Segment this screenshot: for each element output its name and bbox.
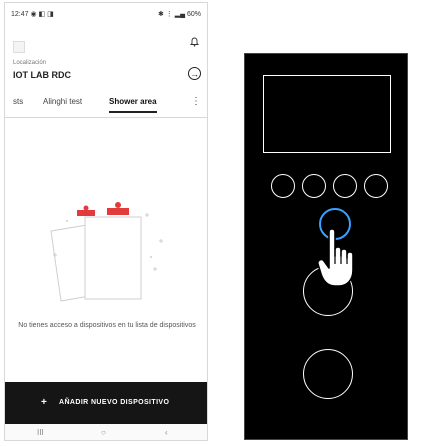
tab-alinghi-test[interactable]: Alinghi test — [43, 97, 82, 106]
clipboard-illustration — [50, 202, 163, 302]
back-button[interactable]: ‹ — [165, 428, 168, 437]
status-indicators: ✱ ⋮ ▂▄ 60% — [157, 11, 201, 18]
app-header: Localización IOT LAB RDC → — [5, 27, 207, 85]
tab-shower-area[interactable]: Shower area — [109, 97, 157, 113]
panel-dial-bottom[interactable] — [303, 349, 353, 399]
panel-button-4[interactable] — [364, 174, 388, 198]
tabs-more-icon[interactable]: ⋮ — [191, 96, 201, 107]
bell-icon[interactable] — [189, 37, 200, 50]
tab-sts[interactable]: sts — [13, 97, 23, 106]
add-device-button[interactable]: + AÑADIR NUEVO DISPOSITIVO — [5, 382, 207, 424]
android-nav-bar: III ○ ‹ — [5, 424, 207, 440]
location-name[interactable]: IOT LAB RDC — [13, 70, 71, 80]
plus-icon: + — [41, 397, 48, 408]
panel-display — [263, 75, 391, 153]
panel-button-1[interactable] — [271, 174, 295, 198]
status-bar: 12:47 ◉ ◧ ◨ ✱ ⋮ ▂▄ 60% — [5, 3, 207, 25]
empty-state-message: No tienes acceso a dispositivos en tu li… — [18, 322, 196, 329]
menu-icon[interactable] — [13, 41, 25, 53]
hand-pointer-icon — [317, 228, 354, 287]
recents-button[interactable]: III — [37, 428, 44, 437]
device-tabs: sts Alinghi test Shower area ⋮ — [5, 91, 207, 118]
status-time: 12:47 ◉ ◧ ◨ — [11, 11, 54, 18]
add-device-label: AÑADIR NUEVO DISPOSITIVO — [59, 399, 170, 406]
control-panel — [244, 53, 408, 440]
logout-icon[interactable]: → — [188, 67, 201, 80]
phone-screen: 12:47 ◉ ◧ ◨ ✱ ⋮ ▂▄ 60% Localización IOT … — [4, 2, 208, 441]
panel-button-2[interactable] — [302, 174, 326, 198]
home-button[interactable]: ○ — [101, 428, 106, 437]
panel-button-3[interactable] — [333, 174, 357, 198]
location-label: Localización — [13, 60, 47, 66]
